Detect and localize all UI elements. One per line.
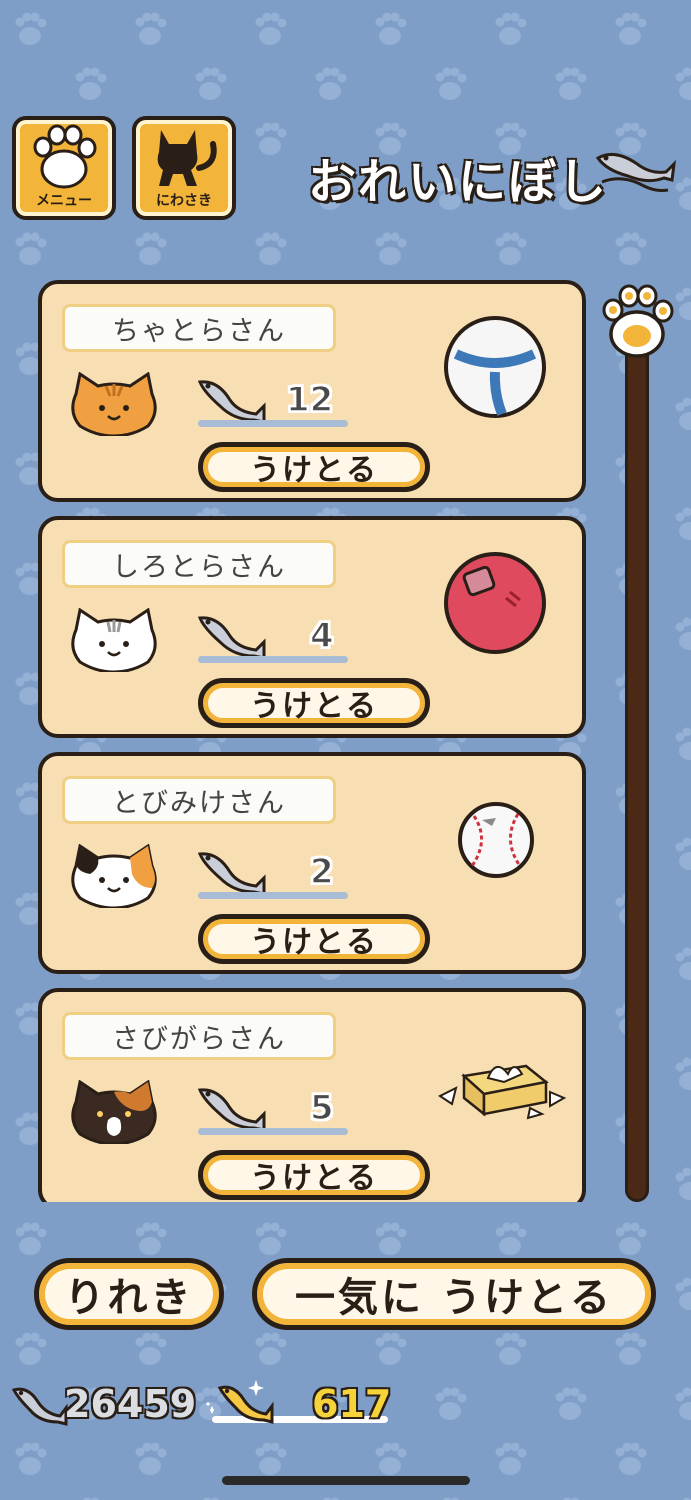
home-indicator[interactable] [222, 1476, 470, 1485]
receive-button[interactable]: うけとる [198, 914, 430, 964]
paw-icon [33, 124, 97, 189]
dried-fish-icon [197, 1088, 266, 1132]
receive-button[interactable]: うけとる [198, 1150, 430, 1200]
cat-name: しろとらさん [62, 540, 336, 588]
tortoiseshell-cat-icon [71, 1080, 157, 1144]
white-tabby-cat-icon [71, 608, 157, 672]
dried-fish-icon [197, 852, 266, 896]
gift-card-chatora: ちゃとらさん 12 うけとる [38, 280, 586, 502]
yard-button[interactable]: にわさき [132, 116, 236, 220]
gift-card-shirotora: しろとらさん 4 うけとる [38, 516, 586, 738]
count-underline [198, 656, 348, 663]
red-ball-icon [444, 552, 546, 654]
paw-scroll-handle-icon[interactable] [598, 278, 676, 362]
cat-name: ちゃとらさん [62, 304, 336, 352]
history-button[interactable]: りれき [34, 1258, 224, 1330]
page-title: おれいにぼし [307, 153, 609, 211]
cat-name: さびがらさん [62, 1012, 336, 1060]
calico-cat-icon [71, 844, 157, 908]
blue-ball-icon [444, 316, 546, 418]
orange-tabby-cat-icon [71, 372, 157, 436]
gift-card-sabigara: さびがらさん 5 うけとる [38, 988, 586, 1202]
gold-fish-icon [206, 1380, 274, 1424]
silver-fish-icon [11, 1387, 68, 1426]
gift-card-tobimike: とびみけさん 2 うけとる [38, 752, 586, 974]
fish-count: 12 [285, 379, 334, 421]
yard-label: にわさき [156, 193, 212, 209]
dried-fish-icon [197, 616, 266, 660]
scrollbar-track[interactable] [625, 340, 649, 1202]
dried-fish-icon [197, 380, 266, 424]
count-underline [198, 420, 348, 427]
receive-button[interactable]: うけとる [198, 678, 430, 728]
fish-count: 5 [309, 1087, 334, 1129]
fish-count: 4 [309, 615, 334, 657]
silver-fish-count: 26459 [64, 1382, 197, 1426]
receive-all-button[interactable]: 一気に うけとる [252, 1258, 656, 1330]
gold-fish-count: 617 [312, 1382, 392, 1426]
fish-count: 2 [309, 851, 334, 893]
baseball-icon [458, 802, 534, 878]
tissue-box-icon [438, 1064, 566, 1120]
menu-button[interactable]: メニュー [12, 116, 116, 220]
cat-silhouette-icon [157, 130, 217, 186]
cat-name: とびみけさん [62, 776, 336, 824]
receive-button[interactable]: うけとる [198, 442, 430, 492]
count-underline [198, 892, 348, 899]
count-underline [198, 1128, 348, 1135]
dried-fish-icon [595, 152, 677, 192]
gift-list[interactable]: ちゃとらさん 12 うけとる しろとらさん 4 うけとる とびみけさん 2 うけ… [38, 280, 588, 1202]
menu-label: メニュー [36, 193, 92, 209]
